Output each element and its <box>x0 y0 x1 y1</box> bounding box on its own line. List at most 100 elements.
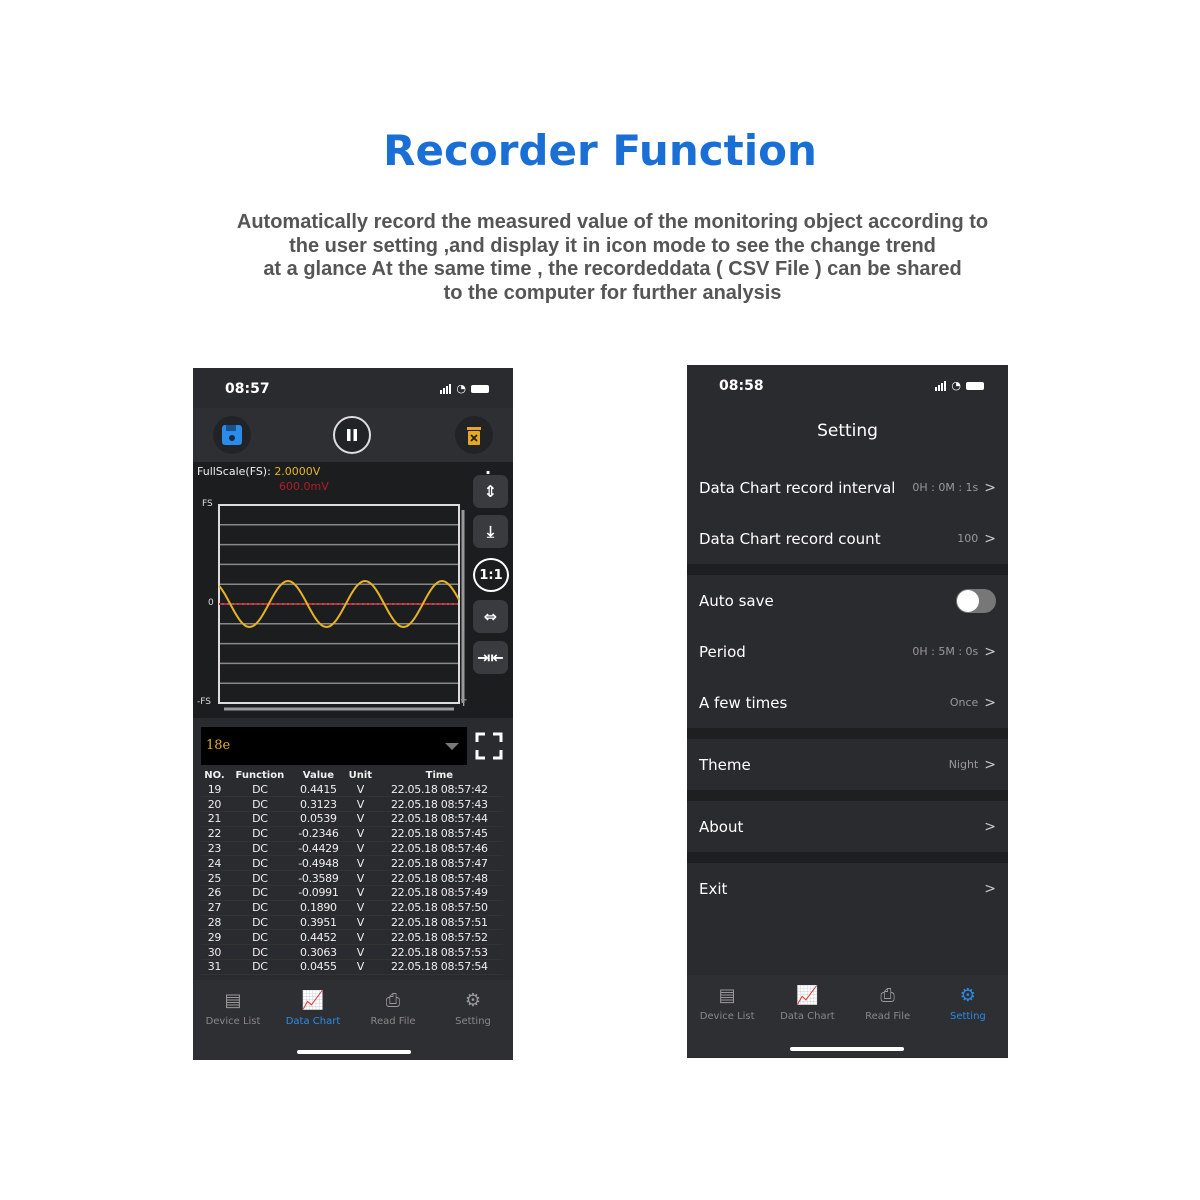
zoom-label: 1:1 <box>479 567 503 583</box>
table-cell: V <box>344 870 376 887</box>
fullscreen-icon[interactable] <box>475 732 503 760</box>
read-file-icon: ⎙ <box>385 990 401 1011</box>
table-cell: 25 <box>201 870 228 887</box>
table-row[interactable]: 20 DC 0.3123 V 22.05.18 08:57:43 <box>201 796 503 813</box>
delete-button[interactable] <box>455 416 493 454</box>
reset-zoom-button[interactable]: 1:1 <box>473 558 509 592</box>
table-row[interactable]: 31 DC 0.0455 V 22.05.18 08:57:54 <box>201 959 503 975</box>
setting-theme[interactable]: Theme Night > <box>687 739 1008 790</box>
setting-label: Data Chart record count <box>699 529 881 548</box>
nav-item-setting[interactable]: ⚙ Setting <box>928 975 1008 1057</box>
record-dropdown[interactable]: 18e <box>201 727 467 765</box>
data-chart-icon: 📈 <box>301 990 325 1011</box>
table-cell: V <box>344 915 376 931</box>
setting-value: Once <box>949 696 979 709</box>
nav-label: Setting <box>455 1016 491 1027</box>
table-row[interactable]: 26 DC -0.0991 V 22.05.18 08:57:49 <box>201 885 503 901</box>
floppy-save-icon <box>222 425 242 445</box>
table-row[interactable]: 23 DC -0.4429 V 22.05.18 08:57:46 <box>201 841 503 857</box>
compress-horizontal-icon: ⇥⇤ <box>477 648 504 667</box>
expand-horizontal-icon: ⇔ <box>483 607 498 626</box>
pause-button[interactable] <box>333 416 371 454</box>
table-cell: V <box>344 782 376 798</box>
setting-about[interactable]: About > <box>687 801 1008 852</box>
nav-label: Device List <box>205 1016 261 1027</box>
toolbar <box>193 408 513 462</box>
zoom-in-vertical-button[interactable]: ⇕ <box>473 475 508 508</box>
desc-line: Automatically record the measured value … <box>236 211 989 233</box>
table-cell: 29 <box>201 929 228 946</box>
table-row[interactable]: 28 DC 0.3951 V 22.05.18 08:57:51 <box>201 915 503 931</box>
nav-item-device-list[interactable]: ▤ Device List <box>193 980 273 1060</box>
table-cell: 22.05.18 08:57:43 <box>375 796 503 813</box>
nav-item-data-chart[interactable]: 📈 Data Chart <box>767 975 847 1057</box>
setting-data-chart-record-interval[interactable]: Data Chart record interval 0H : 0M : 1s > <box>687 462 1008 513</box>
table-cell: DC <box>227 929 292 946</box>
zoom-out-horizontal-button[interactable]: ⇥⇤ <box>473 641 508 674</box>
table-cell: DC <box>227 944 292 961</box>
page-title: Recorder Function <box>383 126 817 175</box>
section-divider <box>687 564 1008 575</box>
table-cell: DC <box>227 811 292 827</box>
nav-label: Device List <box>699 1011 755 1022</box>
auto-save-toggle[interactable] <box>956 588 996 613</box>
setting-label: A few times <box>699 693 788 712</box>
chevron-right-icon: > <box>984 756 996 773</box>
table-cell: V <box>344 900 376 916</box>
nav-item-setting[interactable]: ⚙ Setting <box>433 980 513 1060</box>
table-row[interactable]: 22 DC -0.2346 V 22.05.18 08:57:45 <box>201 826 503 842</box>
table-cell: 23 <box>201 841 228 857</box>
wifi-icon: ◔ <box>951 379 961 392</box>
nav-item-device-list[interactable]: ▤ Device List <box>687 975 767 1057</box>
setting-period[interactable]: Period 0H : 5M : 0s > <box>687 626 1008 677</box>
nav-item-data-chart[interactable]: 📈 Data Chart <box>273 980 353 1060</box>
table-cell: 22.05.18 08:57:44 <box>375 811 503 827</box>
page-description: Automatically record the measured value … <box>150 211 1075 305</box>
setting-a-few-times[interactable]: A few times Once > <box>687 677 1008 728</box>
signal-icon <box>440 383 452 394</box>
table-cell: V <box>344 826 376 842</box>
table-cell: 22.05.18 08:57:47 <box>375 855 503 872</box>
zoom-out-vertical-button[interactable]: ⤓ <box>473 515 508 548</box>
table-row[interactable]: 24 DC -0.4948 V 22.05.18 08:57:47 <box>201 855 503 872</box>
table-cell: V <box>344 855 376 872</box>
home-indicator <box>297 1050 411 1054</box>
table-cell: -0.4429 <box>291 841 345 857</box>
settings-screen: 08:58 ◔ Setting Data Chart record interv… <box>687 365 1008 1058</box>
table-cell: V <box>344 959 376 975</box>
column-header: NO. <box>204 769 225 781</box>
table-row[interactable]: 19 DC 0.4415 V 22.05.18 08:57:42 <box>201 782 503 798</box>
status-time: 08:57 <box>225 381 270 397</box>
table-cell: 22 <box>201 826 228 842</box>
table-row[interactable]: 21 DC 0.0539 V 22.05.18 08:57:44 <box>201 811 503 827</box>
setting-exit[interactable]: Exit > <box>687 863 1008 914</box>
zoom-in-horizontal-button[interactable]: ⇔ <box>473 600 508 633</box>
setting-data-chart-record-count[interactable]: Data Chart record count 100 > <box>687 513 1008 564</box>
setting-label: Exit <box>699 879 728 898</box>
table-cell: 26 <box>201 885 228 901</box>
status-icons: ◔ <box>440 382 489 395</box>
device-list-icon: ▤ <box>718 985 736 1006</box>
table-cell: DC <box>227 826 292 842</box>
table-cell: DC <box>227 885 292 901</box>
battery-icon <box>966 381 984 390</box>
save-button[interactable] <box>213 416 251 454</box>
table-cell: 27 <box>201 900 228 916</box>
signal-icon <box>935 380 947 391</box>
table-cell: DC <box>227 959 292 975</box>
section-divider <box>687 728 1008 739</box>
column-header: Unit <box>348 769 373 781</box>
nav-item-read-file[interactable]: ⎙ Read File <box>848 975 928 1057</box>
setting-auto-save[interactable]: Auto save <box>687 575 1008 626</box>
table-row[interactable]: 29 DC 0.4452 V 22.05.18 08:57:52 <box>201 929 503 946</box>
section-divider <box>687 790 1008 801</box>
table-cell: DC <box>227 915 292 931</box>
table-cell: 22.05.18 08:57:42 <box>375 782 503 798</box>
table-row[interactable]: 30 DC 0.3063 V 22.05.18 08:57:53 <box>201 944 503 961</box>
desc-line: the user setting ,and display it in icon… <box>289 234 936 257</box>
table-row[interactable]: 27 DC 0.1890 V 22.05.18 08:57:50 <box>201 900 503 916</box>
nav-item-read-file[interactable]: ⎙ Read File <box>353 980 433 1060</box>
table-row[interactable]: 25 DC -0.3589 V 22.05.18 08:57:48 <box>201 870 503 887</box>
waveform-plot <box>218 504 465 711</box>
desc-line: to the computer for further analysis <box>443 281 782 304</box>
